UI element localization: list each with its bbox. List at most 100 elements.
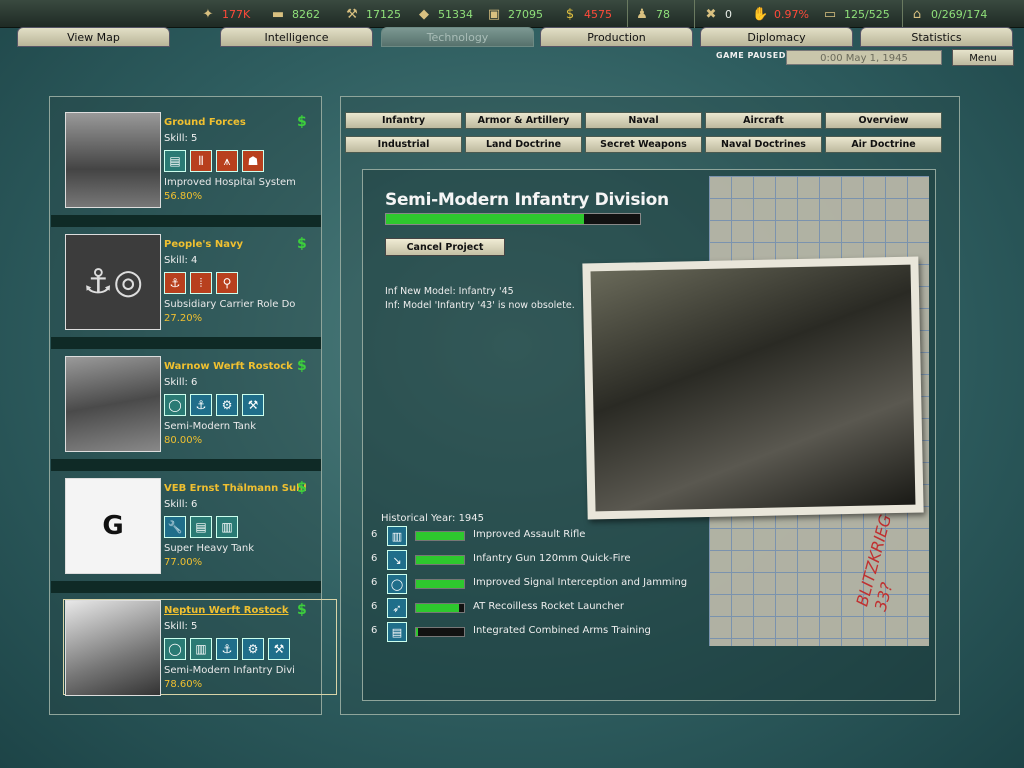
component-row: 6 ▥ Improved Assault Rifle xyxy=(371,526,691,546)
ic-resource: ⌂ 0/269/174 xyxy=(902,0,987,28)
category-land-doctrine[interactable]: Land Doctrine xyxy=(465,136,582,153)
team-name: VEB Ernst Thälmann Suhl xyxy=(164,483,307,494)
menu-button[interactable]: Menu xyxy=(952,49,1014,66)
energy-resource: ✦ 177K xyxy=(200,0,251,28)
component-row: 6 ➶ AT Recoilless Rocket Launcher xyxy=(371,598,691,618)
divider xyxy=(51,581,321,593)
oil-resource: ◆ 51334 xyxy=(416,0,473,28)
team-specialties: ▤ ⦀ ⩚ ☗ xyxy=(164,150,264,172)
team-skill: Skill: 6 xyxy=(164,377,198,388)
dissent-icon: ✋ xyxy=(752,6,769,22)
team-specialties: 🔧 ▤ ▥ xyxy=(164,516,238,538)
technology-panel: Infantry Armor & Artillery Naval Aircraf… xyxy=(340,96,960,715)
cancel-project-button[interactable]: Cancel Project xyxy=(385,238,505,256)
supplies-resource: ▣ 27095 xyxy=(487,6,543,22)
dissent-resource: ✋ 0.97% xyxy=(752,6,809,22)
project-info-line: Inf New Model: Infantry '45 xyxy=(385,286,514,297)
team-progress: 27.20% xyxy=(164,313,203,324)
project-progress-bar xyxy=(385,213,641,225)
component-progress-bar xyxy=(415,579,465,589)
team-card-peoples-navy[interactable]: ⚓◎ People's Navy $ Skill: 4 ⚓ ⦙ ⚲ Subsid… xyxy=(65,234,321,330)
category-naval[interactable]: Naval xyxy=(585,112,702,129)
team-card-neptun-werft[interactable]: Neptun Werft Rostock $ Skill: 5 ◯ ▥ ⚓ ⚙ … xyxy=(65,600,321,696)
team-photo xyxy=(65,356,161,452)
category-secret-weapons[interactable]: Secret Weapons xyxy=(585,136,702,153)
category-armor-artillery[interactable]: Armor & Artillery xyxy=(465,112,582,129)
team-photo: G xyxy=(65,478,161,574)
team-card-ground-forces[interactable]: Ground Forces $ Skill: 5 ▤ ⦀ ⩚ ☗ Improve… xyxy=(65,112,321,208)
component-progress-fill xyxy=(416,580,464,588)
naval-engineering-icon: ⚒ xyxy=(242,394,264,416)
tab-diplomacy[interactable]: Diplomacy xyxy=(700,27,853,47)
team-card-warnow-werft[interactable]: Warnow Werft Rostock $ Skill: 6 ◯ ⚓ ⚙ ⚒ … xyxy=(65,356,321,452)
category-naval-doctrines[interactable]: Naval Doctrines xyxy=(705,136,822,153)
dollar-icon: $ xyxy=(297,236,307,252)
tab-production[interactable]: Production xyxy=(540,27,693,47)
team-skill: Skill: 5 xyxy=(164,621,198,632)
category-infantry[interactable]: Infantry xyxy=(345,112,462,129)
naval-doctrine-icon: ⚓ xyxy=(164,272,186,294)
team-specialties: ◯ ⚓ ⚙ ⚒ xyxy=(164,394,264,416)
transports-icon: ▭ xyxy=(823,6,837,22)
category-aircraft[interactable]: Aircraft xyxy=(705,112,822,129)
team-project: Subsidiary Carrier Role Do xyxy=(164,299,296,310)
team-skill: Skill: 6 xyxy=(164,499,198,510)
component-progress-bar xyxy=(415,603,465,613)
component-level: 6 xyxy=(371,577,378,588)
rare-materials-resource: ⚒ 17125 xyxy=(344,0,401,28)
component-level: 6 xyxy=(371,529,378,540)
category-industrial[interactable]: Industrial xyxy=(345,136,462,153)
gun-icon: ↘ xyxy=(387,550,407,570)
gears-icon: ⚙ xyxy=(242,638,264,660)
resource-bar: ✦ 177K ▬ 8262 ⚒ 17125 ◆ 51334 ▣ 27095 $4575 ♟… xyxy=(0,0,1024,28)
money-icon: $ xyxy=(565,6,575,22)
metal-icon: ▬ xyxy=(271,6,285,22)
manpower-resource: ♟ 78 xyxy=(627,0,670,28)
blueprint-icon: ▥ xyxy=(216,516,238,538)
team-name: People's Navy xyxy=(164,239,243,250)
strategy-icon: ⚲ xyxy=(216,272,238,294)
bulb-icon: ◯ xyxy=(164,394,186,416)
anchor-icon: ⚓ xyxy=(190,394,212,416)
component-progress-bar xyxy=(415,555,465,565)
team-name: Neptun Werft Rostock xyxy=(164,605,289,616)
historical-year: Historical Year: 1945 xyxy=(381,513,485,524)
team-specialties: ⚓ ⦙ ⚲ xyxy=(164,272,238,294)
book-icon: ▤ xyxy=(164,150,186,172)
team-project: Improved Hospital System xyxy=(164,177,296,188)
component-progress-fill xyxy=(416,628,418,636)
energy-icon: ✦ xyxy=(202,6,214,22)
category-overview[interactable]: Overview xyxy=(825,112,942,129)
divider xyxy=(51,215,321,227)
component-level: 6 xyxy=(371,601,378,612)
tab-intelligence[interactable]: Intelligence xyxy=(220,27,373,47)
diplomats-resource: ✖ 0 xyxy=(694,0,732,28)
component-name: AT Recoilless Rocket Launcher xyxy=(473,601,624,612)
component-row: 6 ↘ Infantry Gun 120mm Quick-Fire xyxy=(371,550,691,570)
research-teams-panel: Ground Forces $ Skill: 5 ▤ ⦀ ⩚ ☗ Improve… xyxy=(49,96,337,715)
dollar-icon: $ xyxy=(297,114,307,130)
team-photo: ⚓◎ xyxy=(65,234,161,330)
tab-technology[interactable]: Technology xyxy=(381,27,534,47)
diplomats-icon: ✖ xyxy=(705,6,717,22)
category-air-doctrine[interactable]: Air Doctrine xyxy=(825,136,942,153)
dollar-icon: $ xyxy=(297,480,307,496)
tab-statistics[interactable]: Statistics xyxy=(860,27,1013,47)
team-card-veb-ernst-thaelmann[interactable]: G VEB Ernst Thälmann Suhl $ Skill: 6 🔧 ▤… xyxy=(65,478,321,574)
component-row: 6 ◯ Improved Signal Interception and Jam… xyxy=(371,574,691,594)
rocket-icon: ➶ xyxy=(387,598,407,618)
metal-resource: ▬ 8262 xyxy=(271,6,320,22)
wrench-icon: 🔧 xyxy=(164,516,186,538)
team-project: Super Heavy Tank xyxy=(164,543,254,554)
component-progress-fill xyxy=(416,556,464,564)
tab-view-map[interactable]: View Map xyxy=(17,27,170,47)
component-level: 6 xyxy=(371,553,378,564)
money-resource: $4575 xyxy=(562,0,612,28)
artillery-icon: ⦀ xyxy=(190,150,212,172)
divider xyxy=(51,459,321,471)
component-name: Integrated Combined Arms Training xyxy=(473,625,651,636)
project-info-line: Inf: Model 'Infantry '43' is now obsolet… xyxy=(385,300,575,311)
rare-materials-icon: ⚒ xyxy=(346,6,358,22)
team-project: Semi-Modern Infantry Divi xyxy=(164,665,295,676)
ic-icon: ⌂ xyxy=(912,6,922,22)
